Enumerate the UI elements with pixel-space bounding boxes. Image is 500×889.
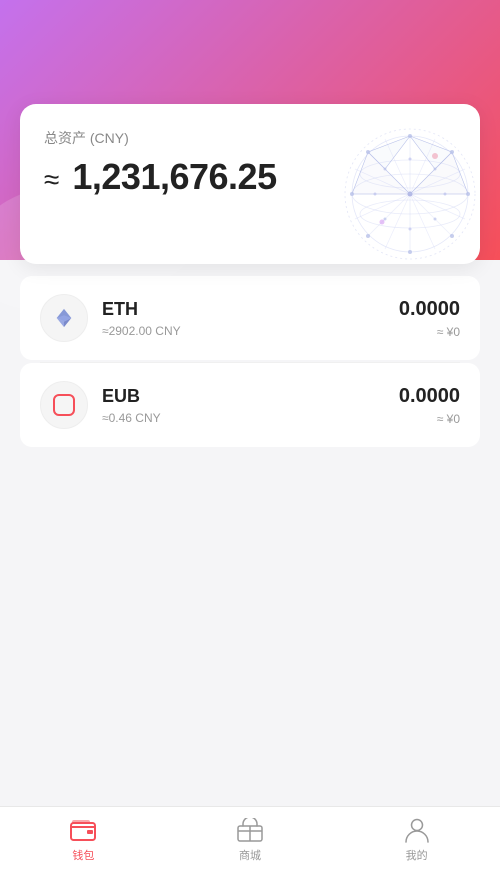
eub-coin-icon [40, 381, 88, 429]
coin-list: ETH ≈2902.00 CNY 0.0000 ≈ ¥0 [20, 276, 480, 447]
eth-balance: 0.0000 ≈ ¥0 [399, 298, 460, 339]
tab-shop-label: 商城 [239, 847, 261, 863]
approx-symbol: ≈ [44, 164, 59, 195]
asset-card: 总资产 (CNY) ≈ 1,231,676.25 [20, 104, 480, 264]
tab-bar: 钱包 商城 我的 [0, 806, 500, 889]
tab-shop[interactable]: 商城 [167, 817, 334, 863]
coin-item-eub[interactable]: EUB ≈0.46 CNY 0.0000 ≈ ¥0 [20, 363, 480, 447]
eub-info: EUB ≈0.46 CNY [102, 386, 399, 425]
tab-wallet[interactable]: 钱包 [0, 817, 167, 863]
eth-cny: ≈ ¥0 [399, 325, 460, 339]
eth-info: ETH ≈2902.00 CNY [102, 299, 399, 338]
eth-symbol: ETH [102, 299, 399, 320]
coin-item-eth[interactable]: ETH ≈2902.00 CNY 0.0000 ≈ ¥0 [20, 276, 480, 360]
eub-price: ≈0.46 CNY [102, 411, 399, 425]
eub-cny: ≈ ¥0 [399, 412, 460, 426]
main-content: 总资产 (CNY) ≈ 1,231,676.25 [0, 104, 500, 447]
eub-balance: 0.0000 ≈ ¥0 [399, 385, 460, 426]
eub-symbol: EUB [102, 386, 399, 407]
wallet-icon [70, 817, 96, 843]
asset-amount-value: 1,231,676.25 [72, 156, 276, 197]
eth-price: ≈2902.00 CNY [102, 324, 399, 338]
eth-amount: 0.0000 [399, 298, 460, 321]
profile-icon [404, 817, 430, 843]
shop-icon [237, 817, 263, 843]
dome-decoration [330, 114, 480, 264]
tab-profile-label: 我的 [406, 847, 428, 863]
eth-coin-icon [40, 294, 88, 342]
tab-profile[interactable]: 我的 [333, 817, 500, 863]
eub-amount: 0.0000 [399, 385, 460, 408]
tab-wallet-label: 钱包 [72, 847, 94, 863]
